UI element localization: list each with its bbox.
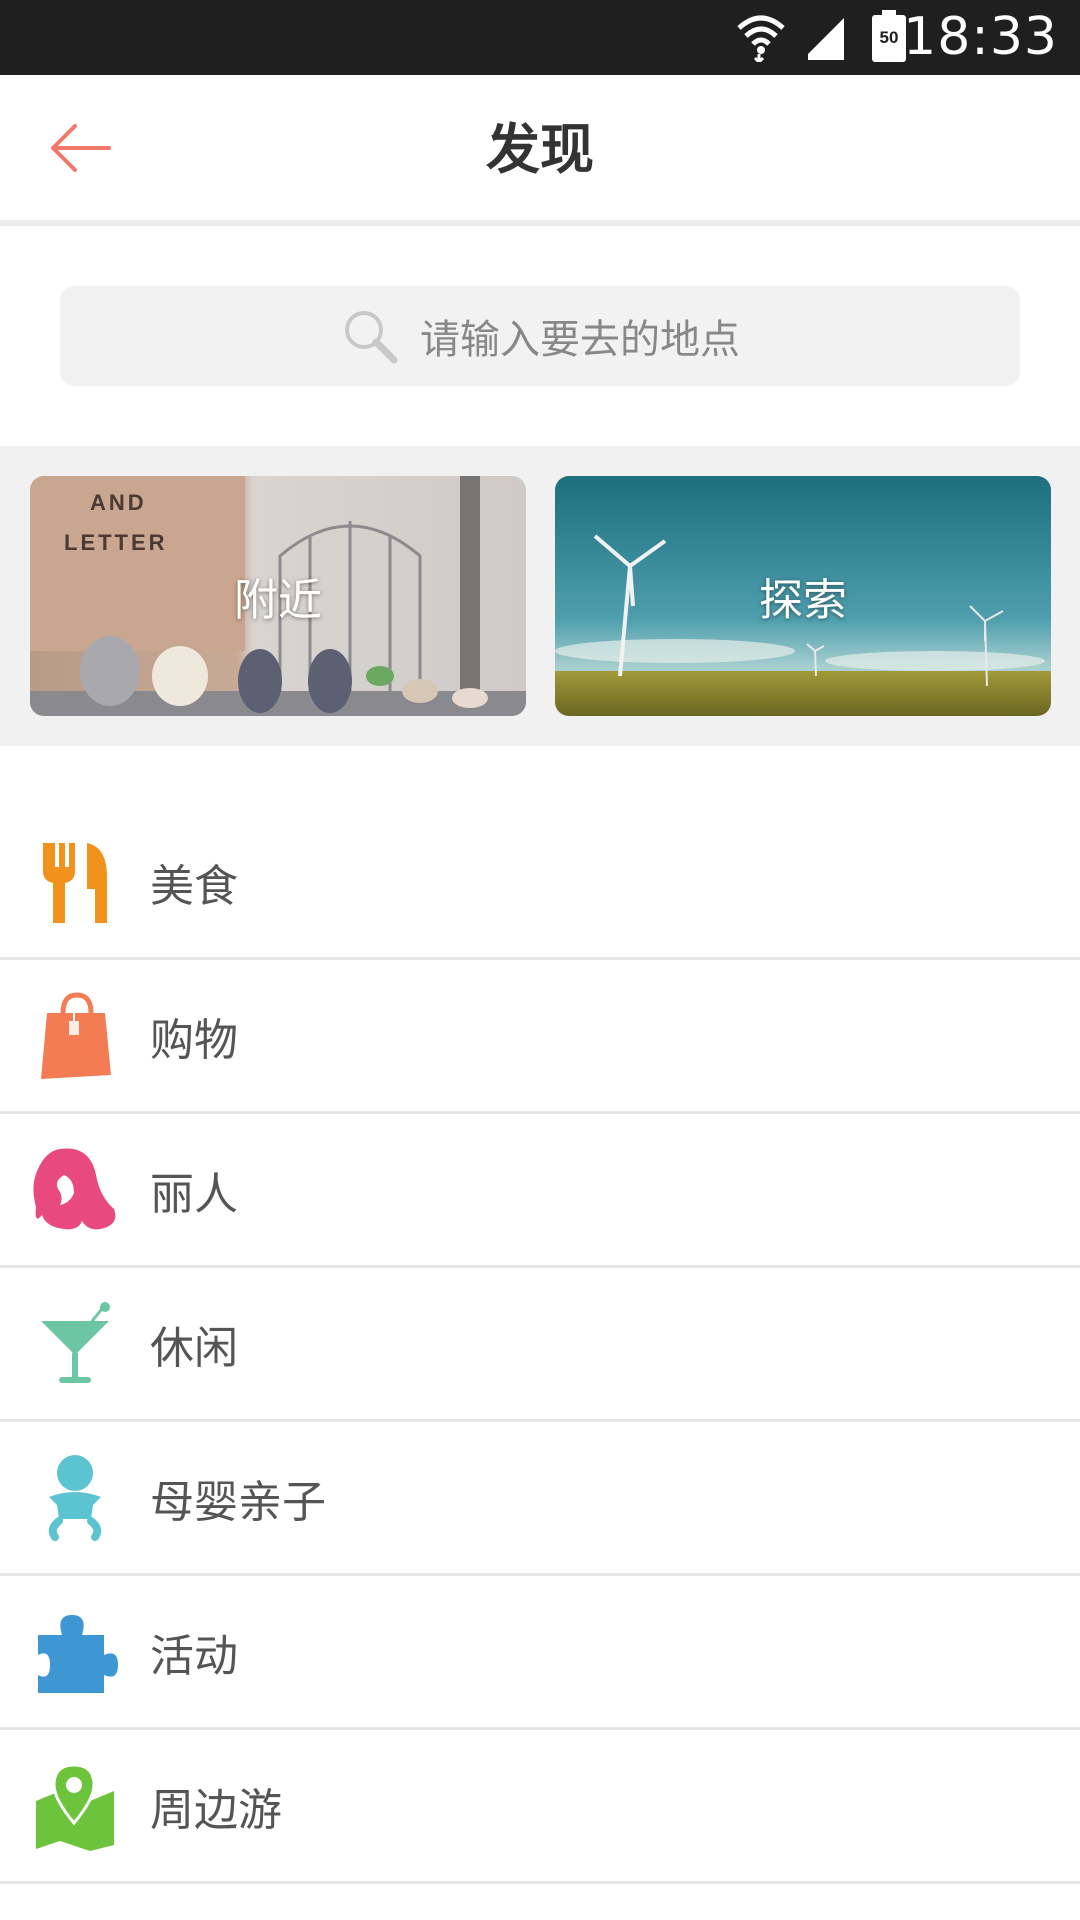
search-icon [345,311,398,364]
nearby-label: 附近 [234,575,322,626]
woman-hair-icon [30,1145,120,1235]
signal-icon [802,18,844,60]
header-bar: 发现 [0,75,1080,226]
banner-section: AND LETTER 附近 探索 [0,446,1080,746]
page-title: 发现 [486,118,594,181]
list-item-leisure[interactable]: 休闲 [0,1268,1080,1422]
battery-level: 50 [879,28,899,47]
list-item-nearby-tour[interactable]: 周边游 [0,1730,1080,1884]
explore-label: 探索 [759,575,847,626]
cocktail-icon [30,1299,120,1389]
battery-icon: 50 [872,10,906,62]
list-item-label: 母婴亲子 [150,1476,326,1528]
search-input[interactable]: 请输入要去的地点 [60,286,1020,386]
category-list: 美食 购物 丽人 休闲 母婴亲子 活动 周边游 [0,806,1080,1884]
list-item-mother-baby[interactable]: 母婴亲子 [0,1422,1080,1576]
nearby-banner[interactable]: AND LETTER 附近 [30,476,526,716]
list-item-label: 丽人 [150,1168,238,1220]
explore-banner[interactable]: 探索 [555,476,1051,716]
list-item-label: 休闲 [150,1322,238,1374]
map-pin-icon [30,1761,120,1851]
wifi-icon [737,15,785,62]
list-item-label: 活动 [150,1630,238,1682]
search-placeholder: 请输入要去的地点 [420,317,740,363]
search-section: 请输入要去的地点 [0,226,1080,446]
list-item-beauty[interactable]: 丽人 [0,1114,1080,1268]
list-item-label: 购物 [150,1014,238,1066]
clock: 18:33 [903,7,1058,67]
shopping-bag-icon [30,991,120,1081]
list-item-label: 美食 [150,860,238,912]
list-item-food[interactable]: 美食 [0,806,1080,960]
baby-icon [30,1453,120,1543]
list-item-label: 周边游 [150,1784,282,1836]
list-item-shopping[interactable]: 购物 [0,960,1080,1114]
status-bar: 50 18:33 [0,0,1080,75]
fork-knife-icon [30,837,120,927]
puzzle-icon [30,1607,120,1697]
list-item-activity[interactable]: 活动 [0,1576,1080,1730]
